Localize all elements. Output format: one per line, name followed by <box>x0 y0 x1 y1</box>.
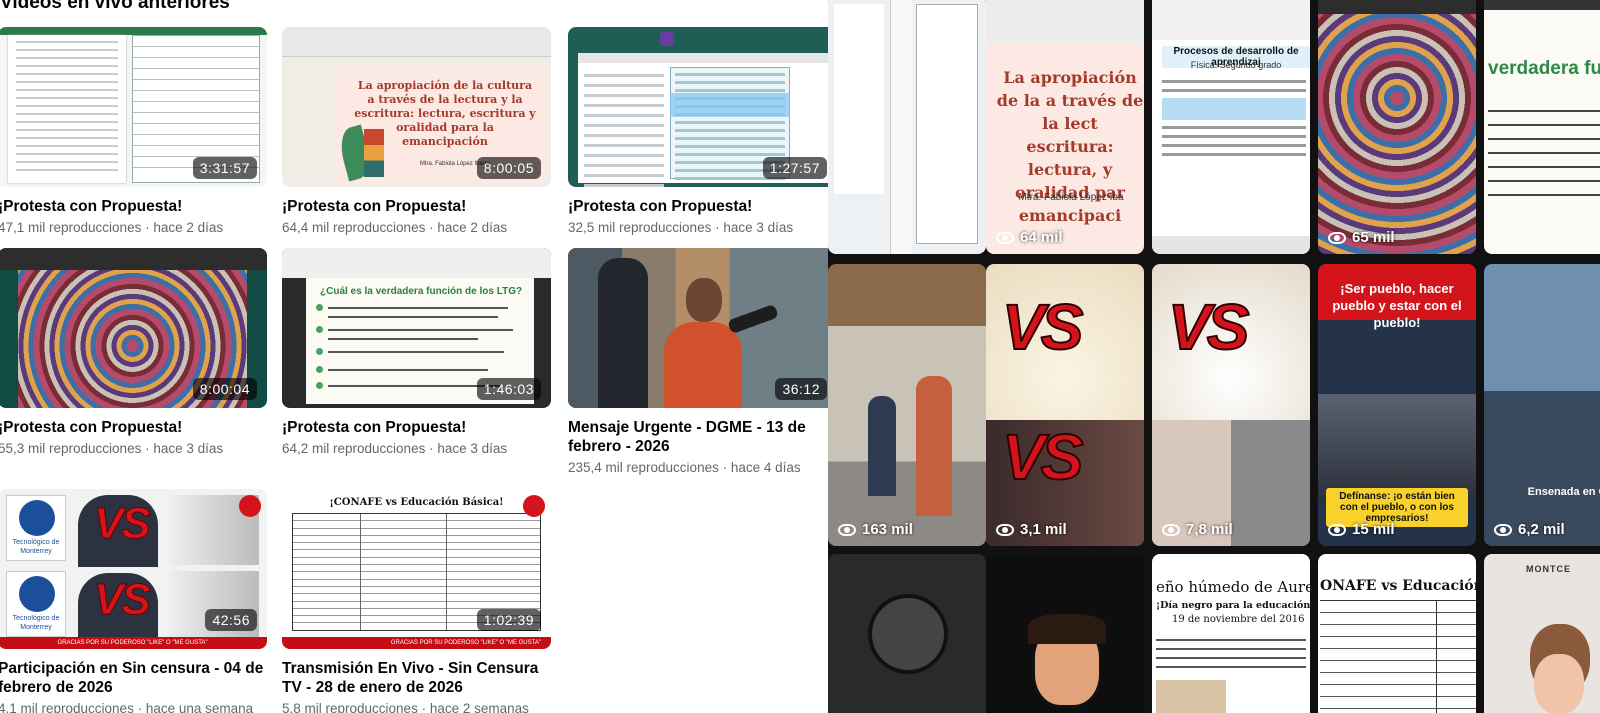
reel-card[interactable] <box>828 554 986 713</box>
live-videos-panel: Videos en vivo anteriores 3:31:57 ¡Prote… <box>0 0 828 713</box>
video-card[interactable]: 3:31:57 ¡Protesta con Propuesta! 47,1 mi… <box>0 27 267 235</box>
video-meta: 47,1 mil reproducciones · hace 2 días <box>0 220 224 235</box>
duration-badge: 8:00:04 <box>192 378 257 400</box>
eye-icon <box>1494 523 1512 536</box>
video-thumbnail[interactable]: ¿Cuál es la verdadera función de los LTG… <box>282 248 551 408</box>
reel-location-label: Ensenada en Cris <box>1527 486 1600 498</box>
channel-badge-icon <box>239 495 261 517</box>
video-card[interactable]: 1:27:57 ¡Protesta con Propuesta! 32,5 mi… <box>568 27 828 235</box>
reel-card[interactable] <box>828 0 986 254</box>
channel-badge-icon <box>523 495 545 517</box>
video-title-line2[interactable]: febrero de 2026 <box>0 678 267 697</box>
vs-text: VS <box>1001 290 1084 364</box>
like-banner: GRACIAS POR SU PODEROSO "LIKE" O "ME GUS… <box>0 637 267 649</box>
reel-card[interactable]: VS 7,8 mil <box>1152 264 1310 546</box>
reel-card[interactable]: Procesos de desarrollo de aprendizaj Fís… <box>1152 0 1310 254</box>
video-title[interactable]: ¡Protesta con Propuesta! <box>282 418 551 437</box>
reel-views: 7,8 mil <box>1162 521 1233 538</box>
video-thumbnail[interactable]: ¡CONAFE vs Educación Básica! GRACIAS POR… <box>282 489 551 649</box>
vs-text: VS <box>94 499 152 549</box>
video-title[interactable]: Participación en Sin censura - 04 de <box>0 659 267 678</box>
reel-card[interactable] <box>986 554 1144 713</box>
video-title[interactable]: ¡Protesta con Propuesta! <box>0 197 267 216</box>
reel-brand-label: MONTCE <box>1526 564 1571 574</box>
slide-question-text: ¿Cuál es la verdadera función de los LTG… <box>320 286 523 297</box>
video-title[interactable]: Mensaje Urgente - DGME - 13 de <box>568 418 828 437</box>
reel-views: 6,2 mil <box>1494 521 1565 538</box>
reels-panel: La apropiación de la a través de la lect… <box>828 0 1600 713</box>
video-card[interactable]: ¿Cuál es la verdadera función de los LTG… <box>282 248 551 456</box>
reel-card[interactable]: ONAFE vs Educación Bás <box>1318 554 1476 713</box>
video-thumbnail[interactable]: 36:12 <box>568 248 828 408</box>
duration-badge: 8:00:05 <box>476 157 541 179</box>
reel-card[interactable]: MONTCE <box>1484 554 1600 713</box>
reel-green-text: verdadera func <box>1488 58 1600 79</box>
reel-slide-author: Mtra. Fabiola López Iba <box>1018 192 1124 203</box>
duration-badge: 36:12 <box>775 378 827 400</box>
video-thumbnail[interactable]: 1:27:57 <box>568 27 828 187</box>
reel-card[interactable]: ¡Ser pueblo, hacer pueblo y estar con el… <box>1318 264 1476 546</box>
video-title[interactable]: Transmisión En Vivo - Sin Censura <box>282 659 551 678</box>
reel-card[interactable]: Ensenada en Cris 6,2 mil <box>1484 264 1600 546</box>
section-title: Videos en vivo anteriores <box>0 0 230 13</box>
reel-subheader: Física. Segundo grado <box>1190 60 1282 70</box>
video-title-line2[interactable]: febrero - 2026 <box>568 437 828 456</box>
screen: Videos en vivo anteriores 3:31:57 ¡Prote… <box>0 0 1600 713</box>
duration-badge: 1:02:39 <box>476 609 541 631</box>
reel-card[interactable]: La apropiación de la a través de la lect… <box>986 0 1144 254</box>
like-banner: GRACIAS POR SU PODEROSO "LIKE" O "ME GUS… <box>282 637 551 649</box>
reel-card[interactable]: verdadera func <box>1484 0 1600 254</box>
video-card[interactable]: 8:00:04 ¡Protesta con Propuesta! 55,3 mi… <box>0 248 267 456</box>
reel-news-date: 19 de noviembre del 2016 <box>1172 614 1305 625</box>
video-meta: 4,1 mil reproducciones · hace una semana <box>0 701 254 713</box>
duration-badge: 42:56 <box>205 609 257 631</box>
reel-card[interactable]: VS VS 3,1 mil <box>986 264 1144 546</box>
video-thumbnail[interactable]: 8:00:04 <box>0 248 267 408</box>
eye-icon <box>1328 523 1346 536</box>
meet-avatar-icon <box>660 32 674 46</box>
video-title-line2[interactable]: TV - 28 de enero de 2026 <box>282 678 551 697</box>
video-meta: 64,4 mil reproducciones · hace 2 días <box>282 220 508 235</box>
vs-text: VS <box>1001 420 1084 494</box>
video-meta: 55,3 mil reproducciones · hace 3 días <box>0 441 224 456</box>
video-meta: 5,8 mil reproducciones · hace 2 semanas <box>282 701 529 713</box>
video-meta: 32,5 mil reproducciones · hace 3 días <box>568 220 794 235</box>
vs-text: VS <box>1167 290 1250 364</box>
video-thumbnail[interactable]: La apropiación de la cultura a través de… <box>282 27 551 187</box>
reel-views: 65 mil <box>1328 229 1395 246</box>
reel-views: 163 mil <box>838 521 913 538</box>
reel-views: 15 mil <box>1328 521 1395 538</box>
video-meta: 235,4 mil reproducciones · hace 4 días <box>568 460 801 475</box>
reel-card[interactable]: eño húmedo de Aurelio N ¡Día negro para … <box>1152 554 1310 713</box>
reel-card[interactable]: 163 mil <box>828 264 986 546</box>
eye-icon <box>996 523 1014 536</box>
reel-views: 3,1 mil <box>996 521 1067 538</box>
video-card[interactable]: ¡CONAFE vs Educación Básica! GRACIAS POR… <box>282 489 551 713</box>
eye-icon <box>838 523 856 536</box>
reel-news-title: eño húmedo de Aurelio N <box>1156 578 1310 596</box>
eye-icon <box>1162 523 1180 536</box>
eye-icon <box>1328 231 1346 244</box>
reel-top-caption: ¡Ser pueblo, hacer pueblo y estar con el… <box>1332 281 1462 330</box>
duration-badge: 3:31:57 <box>192 157 257 179</box>
video-thumbnail[interactable]: 3:31:57 <box>0 27 267 187</box>
video-card[interactable]: La apropiación de la cultura a través de… <box>282 27 551 235</box>
reel-card[interactable]: 65 mil <box>1318 0 1476 254</box>
duration-badge: 1:27:57 <box>762 157 827 179</box>
video-title[interactable]: ¡Protesta con Propuesta! <box>568 197 828 216</box>
video-thumbnail[interactable]: Tecnológico de Monterrey VS Tecnológico … <box>0 489 267 649</box>
reel-conafe-title: ONAFE vs Educación Bás <box>1320 578 1476 594</box>
video-card[interactable]: 36:12 Mensaje Urgente - DGME - 13 de feb… <box>568 248 828 475</box>
reel-views: 64 mil <box>996 229 1063 246</box>
video-meta: 64,2 mil reproducciones · hace 3 días <box>282 441 508 456</box>
conafe-title-text: ¡CONAFE vs Educación Básica! <box>329 497 504 508</box>
video-card[interactable]: Tecnológico de Monterrey VS Tecnológico … <box>0 489 267 713</box>
vs-text: VS <box>94 575 152 625</box>
video-title[interactable]: ¡Protesta con Propuesta! <box>0 418 267 437</box>
reel-news-sub: ¡Día negro para la educación mexicana! <box>1156 600 1310 611</box>
duration-badge: 1:46:03 <box>476 378 541 400</box>
eye-icon <box>996 231 1014 244</box>
video-title[interactable]: ¡Protesta con Propuesta! <box>282 197 551 216</box>
